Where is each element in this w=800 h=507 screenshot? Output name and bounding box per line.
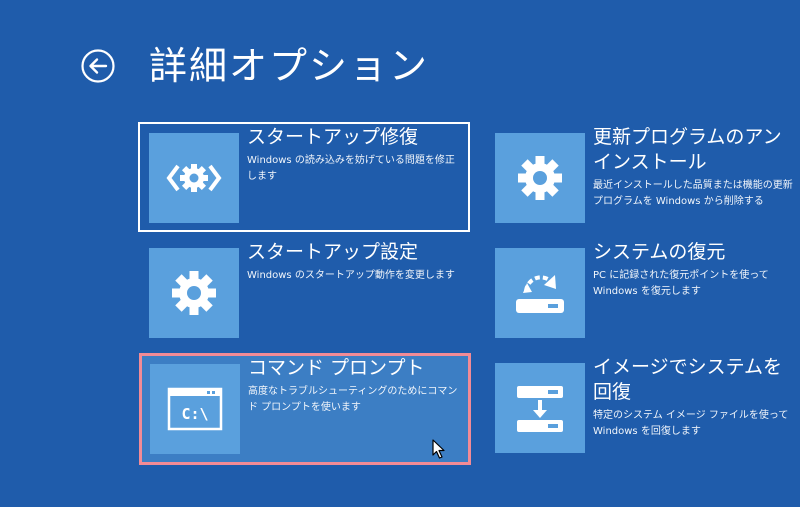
back-arrow-icon xyxy=(81,49,115,83)
uninstall-updates-title: 更新プログラムのアンインストール xyxy=(593,126,782,173)
system-restore-option[interactable]: システムの復元 PC に記録された復元ポイントを使って Windows を復元し… xyxy=(495,241,800,338)
system-image-recovery-title: イメージでシステムを回復 xyxy=(593,356,783,403)
system-image-recovery-desc: 特定のシステム イメージ ファイルを使って Windows を回復します xyxy=(593,410,789,437)
system-image-recovery-icon xyxy=(517,386,563,432)
page-title: 詳細オプション xyxy=(149,44,430,88)
startup-settings-icon-box xyxy=(149,248,239,338)
startup-repair-icon-box xyxy=(149,133,239,223)
startup-settings-text: スタートアップ設定 Windows のスタートアップ動作を変更します xyxy=(239,240,463,284)
uninstall-updates-icon-box xyxy=(495,133,585,223)
gear-icon xyxy=(518,156,562,200)
command-prompt-icon: C:\ xyxy=(167,387,223,431)
header: 詳細オプション xyxy=(80,38,429,94)
startup-settings-title: スタートアップ設定 xyxy=(247,241,419,263)
startup-repair-desc: Windows の読み込みを妨げている問題を修正します xyxy=(247,155,455,182)
uninstall-updates-text: 更新プログラムのアンインストール 最近インストールした品質または機能の更新プログ… xyxy=(585,125,798,210)
mouse-pointer-icon xyxy=(432,439,445,459)
system-image-recovery-icon-box xyxy=(495,363,585,453)
system-image-recovery-option[interactable]: イメージでシステムを回復 特定のシステム イメージ ファイルを使って Windo… xyxy=(495,356,800,453)
command-prompt-desc: 高度なトラブルシューティングのためにコマンド プロンプトを使います xyxy=(248,386,458,413)
system-image-recovery-text: イメージでシステムを回復 特定のシステム イメージ ファイルを使って Windo… xyxy=(585,355,798,440)
command-prompt-icon-box: C:\ xyxy=(150,364,240,454)
back-button[interactable] xyxy=(80,48,116,84)
startup-settings-option[interactable]: スタートアップ設定 Windows のスタートアップ動作を変更します xyxy=(149,241,469,338)
command-prompt-text: コマンド プロンプト 高度なトラブルシューティングのためにコマンド プロンプトを… xyxy=(240,356,460,416)
uninstall-updates-option[interactable]: 更新プログラムのアンインストール 最近インストールした品質または機能の更新プログ… xyxy=(495,126,800,223)
startup-repair-icon xyxy=(166,164,222,192)
command-prompt-title: コマンド プロンプト xyxy=(248,357,425,379)
startup-repair-title: スタートアップ修復 xyxy=(247,126,419,148)
startup-repair-text: スタートアップ修復 Windows の読み込みを妨げている問題を修正します xyxy=(239,125,459,185)
system-restore-icon xyxy=(516,275,564,313)
uninstall-updates-desc: 最近インストールした品質または機能の更新プログラムを Windows から削除す… xyxy=(593,180,793,207)
gear-icon xyxy=(172,271,216,315)
startup-repair-option[interactable]: スタートアップ修復 Windows の読み込みを妨げている問題を修正します xyxy=(138,122,470,232)
system-restore-text: システムの復元 PC に記録された復元ポイントを使って Windows を復元し… xyxy=(585,240,798,300)
system-restore-desc: PC に記録された復元ポイントを使って Windows を復元します xyxy=(593,270,769,297)
system-restore-title: システムの復元 xyxy=(593,241,726,263)
system-restore-icon-box xyxy=(495,248,585,338)
svg-text:C:\: C:\ xyxy=(181,405,208,423)
startup-settings-desc: Windows のスタートアップ動作を変更します xyxy=(247,270,455,281)
command-prompt-option[interactable]: C:\ コマンド プロンプト 高度なトラブルシューティングのためにコマンド プロ… xyxy=(139,353,471,465)
